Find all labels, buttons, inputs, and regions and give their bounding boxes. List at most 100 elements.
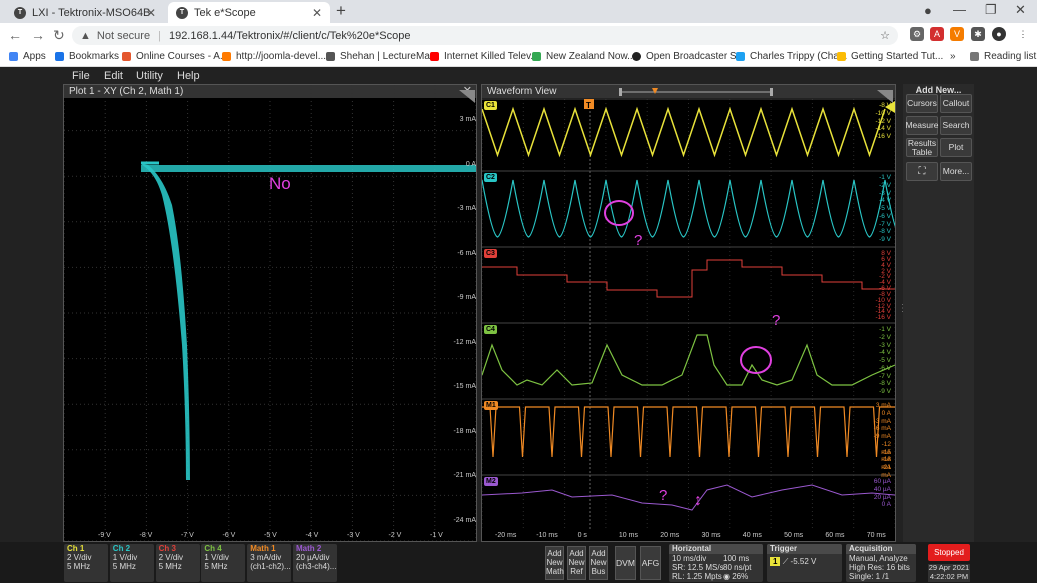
timeline-end[interactable] bbox=[770, 88, 773, 96]
bookmark-new-zealand[interactable]: New Zealand Now... bbox=[532, 51, 636, 62]
menu-edit[interactable]: Edit bbox=[104, 70, 123, 82]
horizontal-badge[interactable]: Horizontal 10 ms/div 100 ms SR: 12.5 MS/s… bbox=[669, 544, 763, 582]
acquisition-label: Acquisition bbox=[846, 544, 916, 554]
add-new-ref-button[interactable]: Add New Ref bbox=[567, 546, 586, 580]
plot-button[interactable]: Plot bbox=[940, 138, 972, 157]
ch2-waveform bbox=[482, 179, 895, 238]
waveform-view-panel[interactable]: Waveform View ??? ↕ T C1 -8 V -10 V -12 V -14 … bbox=[481, 84, 896, 542]
url-text[interactable]: 192.168.1.44/Tektronix/#/client/c/Tek%20… bbox=[169, 30, 411, 42]
run-stop-status[interactable]: Stopped bbox=[928, 544, 970, 561]
bookmark-joomla[interactable]: http://joomla-devel... bbox=[222, 51, 326, 62]
reading-list[interactable]: Reading list bbox=[970, 51, 1036, 62]
bookmark-online-courses[interactable]: Online Courses - A... bbox=[122, 51, 228, 62]
annotation-circle bbox=[604, 200, 634, 226]
vertical-scale-label: -6 V bbox=[879, 364, 891, 372]
channel-tag[interactable]: C4 bbox=[484, 325, 497, 334]
bookmark-obs[interactable]: Open Broadcaster S... bbox=[632, 51, 745, 62]
menu-dots-icon[interactable]: ⋮ bbox=[1016, 27, 1030, 41]
menu-utility[interactable]: Utility bbox=[136, 70, 163, 82]
new-tab-button[interactable]: + bbox=[336, 1, 346, 21]
close-tab-icon[interactable]: ✕ bbox=[312, 6, 322, 20]
add-new-math-button[interactable]: Add New Math bbox=[545, 546, 564, 580]
more-button[interactable]: More... bbox=[940, 162, 972, 181]
channel-tag[interactable]: C2 bbox=[484, 173, 497, 182]
channel-tag[interactable]: C3 bbox=[484, 249, 497, 258]
dvm-button[interactable]: DVM bbox=[615, 546, 636, 580]
back-icon[interactable]: ← bbox=[8, 27, 22, 43]
plot-corner-handle[interactable] bbox=[459, 90, 475, 103]
time-tick-label: -20 ms bbox=[495, 532, 517, 539]
channel-badge-3[interactable]: Ch 32 V/div 5 MHz bbox=[155, 544, 200, 582]
tab-lxi[interactable]: T LXI - Tektronix-MSO64B ✕ bbox=[6, 2, 164, 23]
channel-tag[interactable]: C1 bbox=[484, 101, 497, 110]
maximize-icon[interactable]: ❐ bbox=[985, 2, 997, 18]
close-window-icon[interactable]: ✕ bbox=[1015, 2, 1026, 18]
acquisition-count: Single: 1 /1 bbox=[849, 572, 890, 581]
xy-plot-area[interactable]: No bbox=[64, 85, 476, 541]
channel-tag[interactable]: M2 bbox=[484, 477, 498, 486]
channel-badge-2[interactable]: Ch 21 V/div 5 MHz bbox=[109, 544, 154, 582]
forward-icon[interactable]: → bbox=[31, 27, 45, 43]
apps-grid-icon bbox=[9, 52, 18, 61]
afg-button[interactable]: AFG bbox=[640, 546, 661, 580]
channel-badge-4[interactable]: Ch 41 V/div 5 MHz bbox=[201, 544, 246, 582]
timeline-start[interactable] bbox=[619, 88, 622, 96]
more-bookmarks[interactable]: » bbox=[950, 51, 956, 62]
x-tick-label: -5 V bbox=[264, 532, 277, 539]
trigger-badge[interactable]: Trigger 1 ⟋ -5.52 V bbox=[767, 544, 842, 582]
reading-list-label: Reading list bbox=[984, 51, 1037, 62]
acquisition-badge[interactable]: Acquisition Manual, Analyze High Res: 16… bbox=[846, 544, 916, 582]
bookmark-bookmarks[interactable]: Bookmarks bbox=[55, 51, 119, 62]
channel-badge-5[interactable]: Math 13 mA/div (ch1-ch2)... bbox=[247, 544, 292, 582]
bookmark-apps[interactable]: Apps bbox=[9, 51, 46, 62]
menu-file[interactable]: File bbox=[72, 70, 90, 82]
handwritten-annotation: No bbox=[269, 174, 291, 193]
channel-badge-setting: 5 MHz bbox=[112, 561, 136, 571]
minimize-icon[interactable]: — bbox=[953, 2, 966, 17]
bookmark-getting-started[interactable]: Getting Started Tut... bbox=[837, 51, 943, 62]
security-status[interactable]: Not secure bbox=[97, 30, 150, 42]
trigger-position-marker[interactable] bbox=[652, 88, 658, 94]
bookmark-lecturemate[interactable]: Shehan | LectureMa... bbox=[326, 51, 438, 62]
tab-escope[interactable]: T Tek e*Scope ✕ bbox=[168, 2, 330, 23]
menu-help[interactable]: Help bbox=[177, 70, 200, 82]
bookmark-charles-trippy[interactable]: Charles Trippy (Cha... bbox=[736, 51, 847, 62]
results-table-button[interactable]: Results Table bbox=[906, 138, 938, 157]
vertical-scale-label: 3 mA bbox=[875, 402, 891, 409]
reload-icon[interactable]: ↻ bbox=[53, 27, 65, 44]
star-icon bbox=[55, 52, 64, 61]
avatar[interactable]: ● bbox=[992, 27, 1006, 41]
warning-icon[interactable]: ▲ bbox=[80, 30, 91, 42]
profile-dropdown-icon[interactable]: ● bbox=[924, 3, 932, 18]
settings-bar: Ch 12 V/div 5 MHz Ch 21 V/div 5 MHz Ch 32 V/… bbox=[0, 542, 1037, 583]
y-tick-label: -18 mA bbox=[453, 427, 476, 435]
bookmark-star-icon[interactable]: ☆ bbox=[880, 29, 890, 42]
cursors-button[interactable]: Cursors bbox=[906, 94, 938, 113]
close-tab-icon[interactable]: ✕ bbox=[146, 6, 156, 20]
vertical-scale-label: -9 V bbox=[879, 236, 891, 244]
vpn-extension-icon[interactable]: V bbox=[950, 27, 964, 41]
search-button[interactable]: Search bbox=[940, 116, 972, 135]
address-bar-row: ← → ↻ ▲ Not secure | 192.168.1.44/Tektro… bbox=[0, 23, 1037, 47]
url-input[interactable]: ▲ Not secure | 192.168.1.44/Tektronix/#/… bbox=[72, 26, 898, 45]
sample-rate: SR: 12.5 MS/s bbox=[672, 563, 724, 572]
channel-badge-1[interactable]: Ch 12 V/div 5 MHz bbox=[64, 544, 108, 582]
bookmark-youtube[interactable]: Internet Killed Telev... bbox=[430, 51, 539, 62]
bookmark-label: http://joomla-devel... bbox=[236, 51, 327, 62]
time-tick-label: 70 ms bbox=[866, 532, 886, 539]
screenshot-button[interactable]: ⛶ bbox=[906, 162, 938, 181]
extensions-puzzle-icon[interactable]: ✱ bbox=[971, 27, 985, 41]
waveform-area[interactable]: ??? ↕ T bbox=[482, 85, 895, 541]
x-tick-label: -2 V bbox=[388, 532, 402, 539]
vertical-scale-label: -8 V bbox=[879, 228, 891, 236]
add-new-bus-button[interactable]: Add New Bus bbox=[589, 546, 608, 580]
xy-plot-panel[interactable]: Plot 1 - XY (Ch 2, Math 1) ✕ No 3 mA0 A-… bbox=[63, 84, 477, 542]
callout-button[interactable]: Callout bbox=[940, 94, 972, 113]
channel-badge-6[interactable]: Math 2 20 µA/div (ch3-ch4)... bbox=[293, 544, 337, 582]
measure-button[interactable]: Measure bbox=[905, 116, 939, 135]
y-tick-label: -15 mA bbox=[453, 383, 476, 390]
bookmark-label: Shehan | LectureMa... bbox=[340, 51, 439, 62]
channel-tag[interactable]: M1 bbox=[484, 401, 498, 410]
extension-gear-icon[interactable]: ⚙ bbox=[910, 27, 924, 41]
pdf-extension-icon[interactable]: A bbox=[930, 27, 944, 41]
